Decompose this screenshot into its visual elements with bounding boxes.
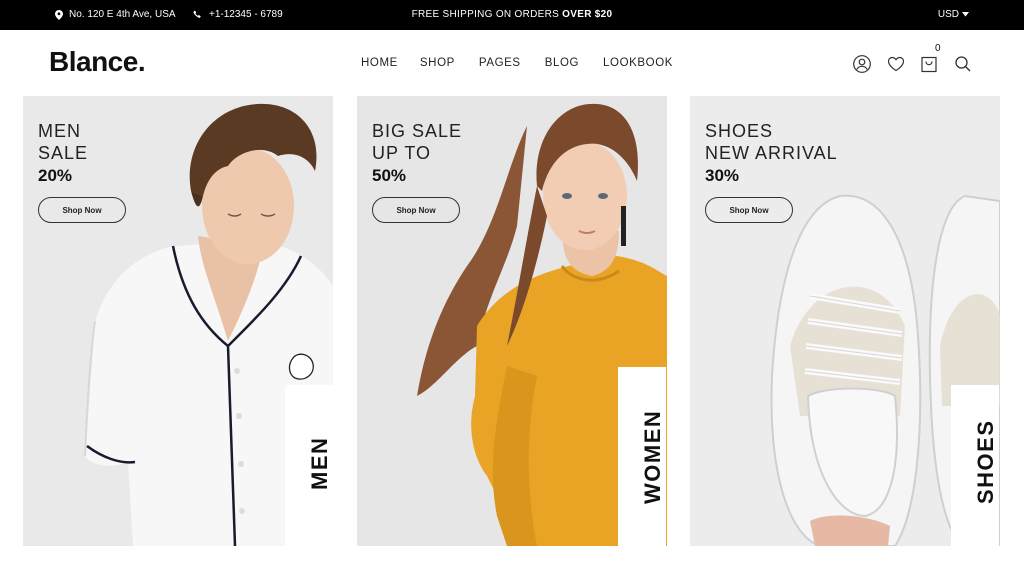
category-tag-label: SHOES (973, 419, 998, 504)
search-icon[interactable] (953, 54, 973, 74)
shop-now-button[interactable]: Shop Now (705, 197, 793, 223)
promo-highlight: OVER $20 (562, 9, 613, 20)
caret-down-icon (962, 12, 969, 17)
site-logo[interactable]: Blance. (49, 46, 146, 78)
cart-count-badge: 0 (935, 43, 941, 54)
nav-shop[interactable]: SHOP (420, 57, 455, 69)
account-icon[interactable] (852, 54, 872, 74)
category-tag-label: MEN (307, 436, 332, 490)
main-nav: HOME SHOP PAGES BLOG LOOKBOOK (361, 57, 673, 69)
banner-men-percent: 20% (38, 166, 73, 185)
banner-shoes-line2: NEW ARRIVAL (705, 143, 838, 163)
category-tag-label: WOMEN (640, 409, 665, 504)
category-tag-shoes[interactable]: SHOES (951, 385, 999, 546)
currency-selector[interactable]: USD (938, 9, 969, 20)
currency-label: USD (937, 9, 959, 20)
banner-shoes-percent: 30% (705, 166, 740, 185)
category-tag-men[interactable]: MEN (285, 385, 333, 546)
top-bar: No. 120 E 4th Ave, USA +1-12345 - 6789 F… (0, 0, 1024, 30)
banner-men[interactable]: MEN SALE 20% Shop Now MEN (23, 96, 333, 546)
nav-pages[interactable]: PAGES (479, 57, 521, 69)
banner-women-line1: BIG SALE (372, 121, 463, 141)
banner-men-line2: SALE (38, 143, 89, 163)
banner-men-line1: MEN (38, 121, 81, 141)
banner-women[interactable]: BIG SALE UP TO 50% Shop Now WOMEN (357, 96, 667, 546)
category-tag-women[interactable]: WOMEN (618, 367, 666, 546)
shop-now-button[interactable]: Shop Now (372, 197, 460, 223)
nav-blog[interactable]: BLOG (545, 57, 579, 69)
wishlist-heart-icon[interactable] (886, 54, 906, 74)
promo-text: FREE SHIPPING ON ORDERS (411, 9, 563, 20)
shipping-promo: FREE SHIPPING ON ORDERS OVER $20 (0, 9, 1024, 20)
banner-shoes-line1: SHOES (705, 121, 774, 141)
banner-women-percent: 50% (372, 166, 407, 185)
banner-women-line2: UP TO (372, 143, 432, 163)
shop-now-button[interactable]: Shop Now (38, 197, 126, 223)
banner-shoes[interactable]: SHOES NEW ARRIVAL 30% Shop Now SHOES (690, 96, 1000, 546)
cart-bag-icon[interactable] (919, 54, 939, 74)
nav-home[interactable]: HOME (361, 57, 398, 69)
nav-lookbook[interactable]: LOOKBOOK (603, 57, 673, 69)
